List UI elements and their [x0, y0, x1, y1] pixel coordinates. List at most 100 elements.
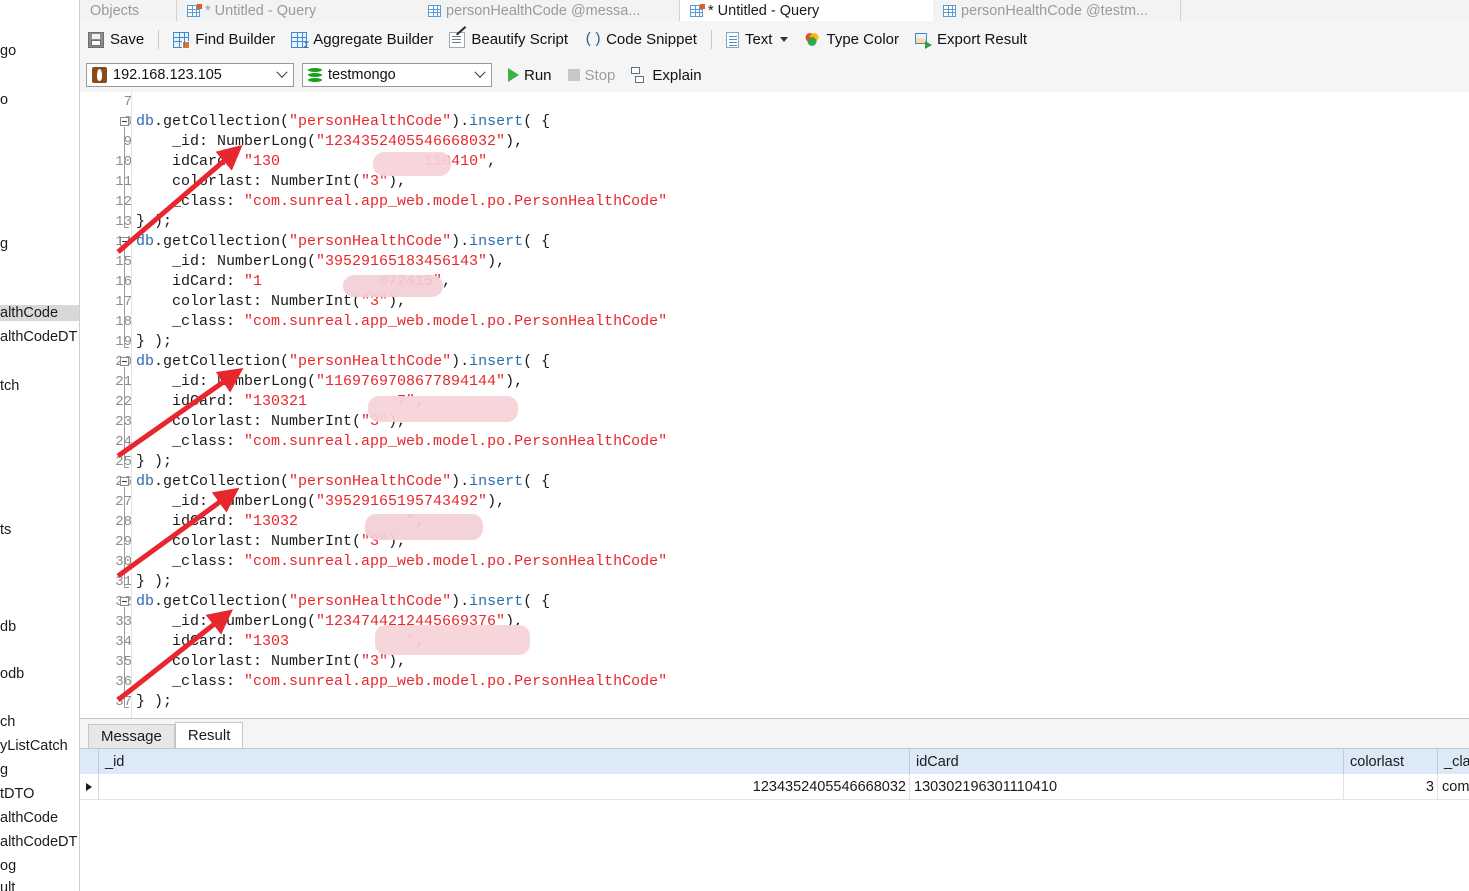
- find-builder-button[interactable]: Find Builder: [166, 26, 282, 54]
- code-token: ).: [451, 353, 470, 370]
- grid-icon: [428, 4, 441, 17]
- aggregate-builder-button[interactable]: Σ Aggregate Builder: [284, 26, 440, 54]
- code-line[interactable]: _class: "com.sunreal.app_web.model.po.Pe…: [136, 192, 667, 212]
- column-header-colorlast[interactable]: colorlast: [1344, 749, 1438, 774]
- code-line[interactable]: colorlast: NumberInt("3"),: [136, 412, 406, 432]
- result-tab-message[interactable]: Message: [88, 724, 175, 748]
- beautify-script-button[interactable]: Beautify Script: [442, 25, 575, 54]
- row-selector[interactable]: [80, 774, 99, 799]
- code-line[interactable]: colorlast: NumberInt("3"),: [136, 532, 406, 552]
- result-grid[interactable]: _id idCard colorlast _cla 12343524055466680…: [80, 748, 1469, 891]
- editor-tab-3[interactable]: * Untitled - Query: [680, 0, 945, 21]
- sidebar-item-10[interactable]: yListCatch: [0, 738, 68, 754]
- sidebar-item-8[interactable]: odb: [0, 666, 24, 682]
- code-line[interactable]: } );: [136, 212, 172, 232]
- column-header-id[interactable]: _id: [99, 749, 910, 774]
- sidebar-item-2[interactable]: g: [0, 236, 8, 252]
- line-number: 24: [86, 432, 132, 452]
- sidebar-item-12[interactable]: tDTO: [0, 786, 34, 802]
- text-view-button[interactable]: Text: [719, 26, 796, 54]
- redaction-blur: [368, 396, 518, 422]
- type-color-icon: [804, 32, 820, 48]
- code-text-area[interactable]: db.getCollection("personHealthCode").ins…: [120, 92, 1466, 718]
- fold-collapse-icon[interactable]: [120, 237, 129, 246]
- chevron-down-icon[interactable]: [780, 37, 789, 42]
- table-cell-id[interactable]: 1234352405546668032: [99, 774, 910, 799]
- sidebar-item-3[interactable]: althCode: [0, 305, 79, 321]
- run-button[interactable]: Run: [500, 62, 560, 88]
- table-row[interactable]: 1234352405546668032 130302196301110410 3 co…: [80, 774, 1469, 800]
- code-line[interactable]: db.getCollection("personHealthCode").ins…: [136, 472, 550, 492]
- code-line[interactable]: _class: "com.sunreal.app_web.model.po.Pe…: [136, 312, 667, 332]
- sidebar-item-15[interactable]: og: [0, 858, 16, 874]
- table-cell-idCard[interactable]: 130302196301110410: [910, 774, 1344, 799]
- sidebar-item-0[interactable]: go: [0, 43, 16, 59]
- code-line[interactable]: _id: NumberLong("39529165183456143"),: [136, 252, 505, 272]
- code-line[interactable]: _class: "com.sunreal.app_web.model.po.Pe…: [136, 432, 667, 452]
- code-token: "39529165183456143": [316, 253, 488, 270]
- code-snippet-button[interactable]: () Code Snippet: [577, 26, 704, 54]
- editor-tab-0[interactable]: Objects: [80, 0, 177, 21]
- sidebar-item-11[interactable]: g: [0, 762, 8, 778]
- code-line[interactable]: _class: "com.sunreal.app_web.model.po.Pe…: [136, 552, 667, 572]
- sidebar-item-4[interactable]: althCodeDT: [0, 329, 77, 345]
- column-header-idCard[interactable]: idCard: [910, 749, 1344, 774]
- code-line[interactable]: } );: [136, 692, 172, 712]
- fold-collapse-icon[interactable]: [120, 117, 129, 126]
- code-line[interactable]: _id: NumberLong("1234352405546668032"),: [136, 132, 523, 152]
- line-number: 15: [86, 252, 132, 272]
- grid-icon: [943, 4, 956, 17]
- fold-collapse-icon[interactable]: [120, 357, 129, 366]
- export-result-button[interactable]: Export Result: [908, 26, 1034, 54]
- line-number: 18: [86, 312, 132, 332]
- type-color-button[interactable]: Type Color: [797, 26, 906, 54]
- connection-bar[interactable]: 192.168.123.105 testmongo Run Stop Expla…: [80, 58, 1469, 93]
- code-line[interactable]: } );: [136, 572, 172, 592]
- table-cell-cla[interactable]: com: [1438, 774, 1469, 799]
- editor-tab-4[interactable]: personHealthCode @testm...: [933, 0, 1181, 21]
- sidebar-item-16[interactable]: ult: [0, 880, 15, 891]
- save-button[interactable]: Save: [81, 26, 151, 54]
- code-token: colorlast: NumberInt(: [136, 413, 362, 430]
- table-cell-colorlast[interactable]: 3: [1344, 774, 1438, 799]
- sidebar-item-13[interactable]: althCode: [0, 810, 58, 826]
- query-toolbar[interactable]: Save Find Builder Σ Aggregate Builder Be…: [80, 21, 1469, 59]
- sidebar-item-9[interactable]: ch: [0, 714, 15, 730]
- editor-tab-2[interactable]: personHealthCode @messa...: [418, 0, 680, 21]
- sidebar-item-14[interactable]: althCodeDT: [0, 834, 77, 850]
- explain-button[interactable]: Explain: [623, 62, 709, 88]
- code-line[interactable]: db.getCollection("personHealthCode").ins…: [136, 352, 550, 372]
- code-line[interactable]: colorlast: NumberInt("3"),: [136, 172, 406, 192]
- editor-tab-strip[interactable]: Objects * Untitled - Query personHealthCod…: [80, 0, 1469, 22]
- code-line[interactable]: colorlast: NumberInt("3"),: [136, 652, 406, 672]
- code-line[interactable]: } );: [136, 452, 172, 472]
- code-line[interactable]: db.getCollection("personHealthCode").ins…: [136, 112, 550, 132]
- host-select[interactable]: 192.168.123.105: [86, 63, 294, 87]
- code-token: _id: NumberLong(: [136, 613, 317, 630]
- sidebar-item-6[interactable]: ts: [0, 522, 11, 538]
- code-line[interactable]: _id: NumberLong("1169769708677894144"),: [136, 372, 523, 392]
- database-select[interactable]: testmongo: [302, 63, 492, 87]
- stop-button[interactable]: Stop: [560, 62, 624, 88]
- result-tab-strip[interactable]: Message Result: [80, 722, 244, 748]
- column-header-cla[interactable]: _cla: [1438, 749, 1469, 774]
- sidebar-item-label: go: [0, 43, 17, 59]
- editor-tab-1[interactable]: * Untitled - Query: [177, 0, 437, 21]
- result-grid-header: _id idCard colorlast _cla: [80, 749, 1469, 775]
- query-code-editor[interactable]: 7891011121314151617181920212223242526272…: [80, 92, 1469, 718]
- database-select-chevron-down-icon[interactable]: [469, 64, 491, 86]
- fold-collapse-icon[interactable]: [120, 477, 129, 486]
- sidebar-item-1[interactable]: o: [0, 92, 8, 108]
- result-tab-result[interactable]: Result: [174, 722, 244, 748]
- object-explorer-sidebar[interactable]: go o g althCode althCodeDT tch ts db odb ch yListC…: [0, 0, 80, 891]
- sidebar-item-5[interactable]: tch: [0, 378, 19, 394]
- code-line[interactable]: db.getCollection("personHealthCode").ins…: [136, 592, 550, 612]
- sidebar-item-label: althCode: [0, 810, 59, 826]
- code-line[interactable]: db.getCollection("personHealthCode").ins…: [136, 232, 550, 252]
- code-line[interactable]: _class: "com.sunreal.app_web.model.po.Pe…: [136, 672, 667, 692]
- fold-collapse-icon[interactable]: [120, 597, 129, 606]
- sidebar-item-7[interactable]: db: [0, 619, 16, 635]
- code-line[interactable]: } );: [136, 332, 172, 352]
- code-line[interactable]: _id: NumberLong("39529165195743492"),: [136, 492, 505, 512]
- host-select-chevron-down-icon[interactable]: [271, 64, 293, 86]
